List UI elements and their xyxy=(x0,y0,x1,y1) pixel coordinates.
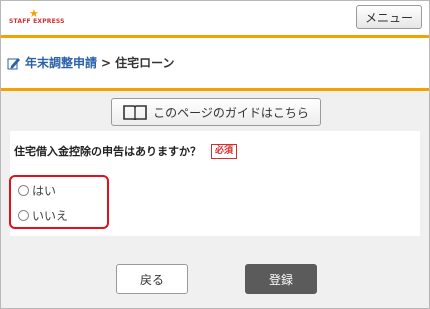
guide-button-label: このページのガイドはこちら xyxy=(153,105,309,120)
book-icon xyxy=(123,105,147,120)
breadcrumb-current: 住宅ローン xyxy=(115,56,175,70)
radio-yes[interactable] xyxy=(18,185,29,196)
option-yes-label: はい xyxy=(32,184,57,198)
menu-button[interactable]: メニュー xyxy=(356,5,422,29)
header: ★ STAFF EXPRESS メニュー xyxy=(1,1,429,38)
breadcrumb-separator: > xyxy=(101,55,112,70)
breadcrumb-bar: 年末調整申請 > 住宅ローン xyxy=(1,38,429,88)
question-text: 住宅借入金控除の申告はありますか？ xyxy=(14,145,201,158)
required-badge: 必須 xyxy=(211,143,238,159)
option-yes[interactable]: はい xyxy=(18,182,56,199)
options-highlight: はい いいえ xyxy=(9,175,109,229)
guide-button[interactable]: このページのガイドはこちら xyxy=(111,98,321,126)
app-frame: ★ STAFF EXPRESS メニュー 年末調整申請 > 住宅ローン このペー… xyxy=(0,0,430,309)
staff-express-logo: ★ STAFF EXPRESS xyxy=(9,8,69,28)
breadcrumb-link-year-end[interactable]: 年末調整申請 xyxy=(25,54,97,71)
back-button[interactable]: 戻る xyxy=(116,264,188,294)
option-no[interactable]: いいえ xyxy=(18,207,68,224)
logo-text: STAFF EXPRESS xyxy=(9,18,65,25)
radio-no[interactable] xyxy=(18,210,29,221)
breadcrumb: 年末調整申請 > 住宅ローン xyxy=(7,54,174,71)
accent-divider xyxy=(1,88,429,91)
option-no-label: いいえ xyxy=(32,209,69,223)
question-heading: 住宅借入金控除の申告はありますか？ 必須 xyxy=(14,143,238,159)
register-button[interactable]: 登録 xyxy=(245,264,317,294)
question-panel: 住宅借入金控除の申告はありますか？ 必須 はい いいえ xyxy=(9,131,420,236)
pencil-icon xyxy=(7,57,20,69)
